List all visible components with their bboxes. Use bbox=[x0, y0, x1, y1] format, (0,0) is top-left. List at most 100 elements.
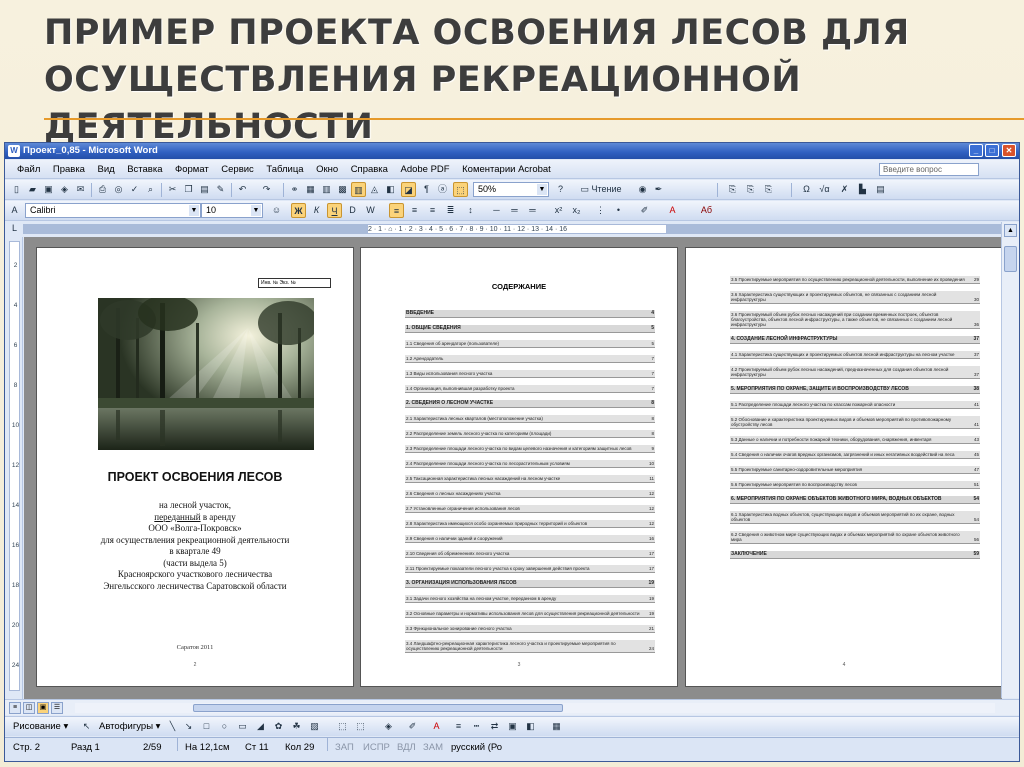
menu-window[interactable]: Окно bbox=[311, 160, 343, 179]
minimize-icon[interactable]: _ bbox=[969, 144, 983, 157]
toc-entry[interactable]: 3.2 Основные параметры и нормативы испол… bbox=[405, 610, 655, 618]
web-view-icon[interactable]: ◫ bbox=[23, 702, 35, 714]
group-icon[interactable]: ⬚ bbox=[353, 719, 368, 734]
chart-icon[interactable]: ▙ bbox=[855, 182, 870, 197]
vertical-ruler[interactable]: 2 4 6 8 10 12 14 16 18 20 24 bbox=[5, 237, 23, 699]
toc-section[interactable]: 1. ОБЩИЕ СВЕДЕНИЯ 5 bbox=[405, 325, 655, 333]
maximize-icon[interactable]: □ bbox=[985, 144, 999, 157]
line-color-icon[interactable]: ✐ bbox=[405, 719, 420, 734]
toc-entry[interactable]: 2.4 Распределение площади лесного участк… bbox=[405, 460, 655, 468]
menu-view[interactable]: Вид bbox=[92, 160, 119, 179]
chevron-down-icon[interactable]: ▼ bbox=[251, 205, 261, 216]
menu-insert[interactable]: Вставка bbox=[122, 160, 167, 179]
autoshapes-menu-button[interactable]: Автофигуры ▾ bbox=[99, 717, 160, 737]
normal-view-icon[interactable]: ≡ bbox=[9, 702, 21, 714]
toc-entry[interactable]: 2.5 Таксационная характеристика лесных н… bbox=[405, 475, 655, 483]
toc-section[interactable]: 5. МЕРОПРИЯТИЯ ПО ОХРАНЕ, ЗАЩИТЕ И ВОСПР… bbox=[730, 386, 980, 394]
subscript-icon[interactable]: x₂ bbox=[569, 203, 584, 218]
status-extend[interactable]: ВДЛ bbox=[397, 738, 416, 758]
equation-icon[interactable]: √α bbox=[817, 182, 832, 197]
word-underline-icon[interactable]: W bbox=[363, 203, 378, 218]
toc-entry[interactable]: 2.2 Распределение земель лесного участка… bbox=[405, 430, 655, 438]
drawing-icon[interactable]: ◬ bbox=[367, 182, 382, 197]
border-icon[interactable]: ─ bbox=[489, 203, 504, 218]
smiley-icon[interactable]: ☺ bbox=[269, 203, 284, 218]
toc-entry[interactable]: 3.5 Проектируемые мероприятия по осущест… bbox=[730, 276, 980, 284]
textbox-icon[interactable]: ▭ bbox=[235, 719, 250, 734]
line-spacing-icon[interactable]: ↕ bbox=[463, 203, 478, 218]
redo-icon[interactable]: ↷ bbox=[259, 182, 274, 197]
new-document-icon[interactable]: ▯ bbox=[9, 182, 24, 197]
wordart-icon[interactable]: ◢ bbox=[253, 719, 268, 734]
hyperlink-icon[interactable]: ⚭ bbox=[287, 182, 302, 197]
superscript-icon[interactable]: x² bbox=[551, 203, 566, 218]
pdf-review-icon[interactable]: ⎘ bbox=[761, 182, 776, 197]
toc-section[interactable]: 6. МЕРОПРИЯТИЯ ПО ОХРАНЕ ОБЪЕКТОВ ЖИВОТН… bbox=[730, 496, 980, 504]
toc-entry[interactable]: 5.2 Обоснование и характеристика проекти… bbox=[730, 416, 980, 429]
double-underline-icon[interactable]: D bbox=[345, 203, 360, 218]
pdf-create-icon[interactable]: ⎘ bbox=[725, 182, 740, 197]
toc-entry[interactable]: 2.3 Распределение площади лесного участк… bbox=[405, 445, 655, 453]
change-case-icon[interactable]: Аб bbox=[699, 203, 714, 218]
reading-mode-button[interactable]: ▭ Чтение bbox=[573, 182, 629, 197]
cut-icon[interactable]: ✂ bbox=[165, 182, 180, 197]
dictionary-icon[interactable]: ▤ bbox=[873, 182, 888, 197]
status-record[interactable]: ЗАП bbox=[335, 738, 354, 758]
justify-icon[interactable]: ≣ bbox=[443, 203, 458, 218]
grid-icon[interactable]: ▦ bbox=[549, 719, 564, 734]
vertical-scrollbar[interactable]: ▲ bbox=[1001, 222, 1019, 698]
tables-borders-icon[interactable]: ▦ bbox=[303, 182, 318, 197]
status-language[interactable]: русский (Ро bbox=[451, 738, 502, 758]
toc-entry[interactable]: 5.1 Распределение площади лесного участк… bbox=[730, 401, 980, 409]
toc-entry[interactable]: 2.9 Сведения о наличии зданий и сооружен… bbox=[405, 535, 655, 543]
scroll-thumb[interactable] bbox=[193, 704, 563, 712]
align-right-icon[interactable]: ≡ bbox=[425, 203, 440, 218]
clipart-icon[interactable]: ☘ bbox=[289, 719, 304, 734]
font-size-select[interactable]: 10 ▼ bbox=[201, 203, 263, 218]
insert-excel-icon[interactable]: ▩ bbox=[335, 182, 350, 197]
insert-table-icon[interactable]: ▥ bbox=[319, 182, 334, 197]
status-overtype[interactable]: ЗАМ bbox=[423, 738, 443, 758]
pdf-email-icon[interactable]: ⎘ bbox=[743, 182, 758, 197]
canvas-icon[interactable]: ⬚ bbox=[335, 719, 350, 734]
highlight-icon[interactable]: ✐ bbox=[637, 203, 652, 218]
horizontal-ruler[interactable]: L 2 · 1 · ⌂ · 1 · 2 · 3 · 4 · 5 · 6 · 7 … bbox=[5, 222, 1019, 236]
toc-entry[interactable]: 2.6 Сведения о лесных насаждениях участк… bbox=[405, 490, 655, 498]
toc-entry[interactable]: 4.1 Характеристика существующих и проект… bbox=[730, 351, 980, 359]
print-icon[interactable]: ⎙ bbox=[95, 182, 110, 197]
arrow-style-icon[interactable]: ⇄ bbox=[487, 719, 502, 734]
chevron-down-icon[interactable]: ▼ bbox=[537, 184, 547, 195]
arrow-icon[interactable]: ↘ bbox=[181, 719, 196, 734]
page-contents-continued[interactable]: 3.5 Проектируемые мероприятия по осущест… bbox=[685, 247, 1003, 687]
rectangle-icon[interactable]: □ bbox=[199, 719, 214, 734]
menu-acrobat-comments[interactable]: Коментарии Acrobat bbox=[457, 160, 556, 179]
toc-entry[interactable]: 6.1 Характеристика водных объектов, суще… bbox=[730, 511, 980, 524]
scroll-track[interactable] bbox=[75, 703, 995, 713]
toc-entry[interactable]: 5.6 Проектируемые мероприятия по воспрои… bbox=[730, 481, 980, 489]
font-select[interactable]: Calibri ▼ bbox=[25, 203, 201, 218]
ink-icon[interactable]: ✒ bbox=[651, 182, 666, 197]
toc-entry[interactable]: 5.4 Сведения о наличии очагов вредных ор… bbox=[730, 451, 980, 459]
page-contents[interactable]: СОДЕРЖАНИЕ ВВЕДЕНИЕ 4 1. ОБЩИЕ СВЕДЕНИЯ 5 1.… bbox=[360, 247, 678, 687]
toc-section[interactable]: 4. СОЗДАНИЕ ЛЕСНОЙ ИНФРАСТРУКТУРЫ 37 bbox=[730, 336, 980, 344]
open-folder-icon[interactable]: ▰ bbox=[25, 182, 40, 197]
menu-adobe-pdf[interactable]: Adobe PDF bbox=[395, 160, 454, 179]
menu-help[interactable]: Справка bbox=[346, 160, 393, 179]
columns-icon[interactable]: ▥ bbox=[351, 182, 366, 197]
copy-icon[interactable]: ❐ bbox=[181, 182, 196, 197]
font-color-icon[interactable]: A bbox=[429, 719, 444, 734]
save-icon[interactable]: ▣ bbox=[41, 182, 56, 197]
zoom-select[interactable]: 50% ▼ bbox=[473, 182, 549, 197]
toc-entry[interactable]: 2.1 Характеристика лесных кварталов (мес… bbox=[405, 415, 655, 423]
line-icon[interactable]: ╲ bbox=[165, 719, 180, 734]
styles-icon[interactable]: ⓐ bbox=[435, 182, 450, 197]
toc-section[interactable]: ВВЕДЕНИЕ 4 bbox=[405, 310, 655, 318]
menu-tools[interactable]: Сервис bbox=[216, 160, 259, 179]
toc-entry[interactable]: 2.11 Проектируемые показатели лесного уч… bbox=[405, 565, 655, 573]
diagram-icon[interactable]: ✿ bbox=[271, 719, 286, 734]
toc-entry[interactable]: 3.1 Задачи лесного хозяйства на лесном у… bbox=[405, 595, 655, 603]
border-icon[interactable]: ═ bbox=[507, 203, 522, 218]
symbol-omega-icon[interactable]: Ω bbox=[799, 182, 814, 197]
draw-menu-button[interactable]: Рисование ▾ bbox=[13, 717, 68, 737]
toc-section[interactable]: 2. СВЕДЕНИЯ О ЛЕСНОМ УЧАСТКЕ 8 bbox=[405, 400, 655, 408]
